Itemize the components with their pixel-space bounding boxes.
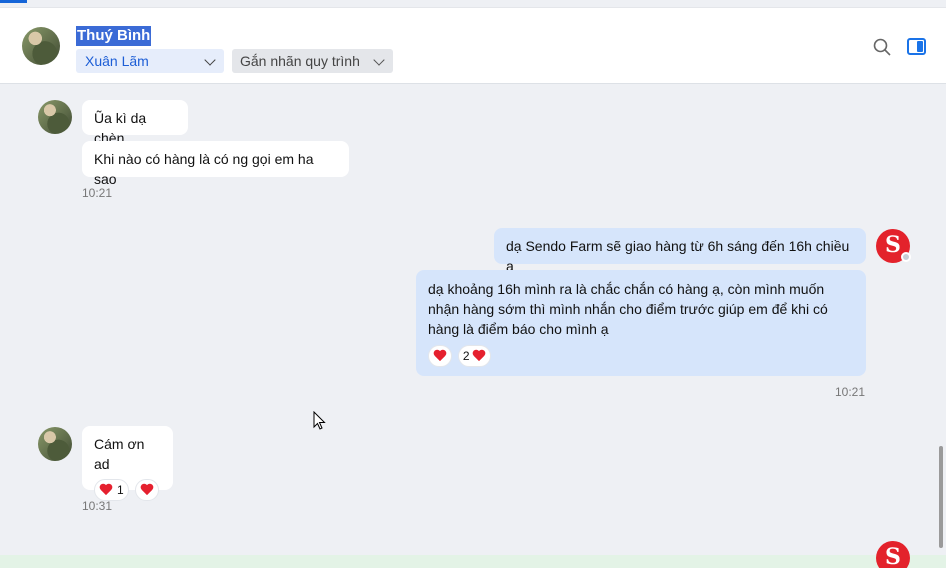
message-text: Khi nào có hàng là có ng gọi em ha sao xyxy=(94,151,314,187)
workflow-tag-select[interactable]: Gắn nhãn quy trình xyxy=(232,49,393,73)
assignee-select[interactable]: Xuân Lãm xyxy=(76,49,224,73)
shop-avatar[interactable]: S xyxy=(876,541,910,568)
chevron-down-icon xyxy=(204,54,216,66)
reaction-summary[interactable]: 1 xyxy=(94,479,129,502)
reaction-count: 2 xyxy=(462,349,470,364)
message-bubble[interactable]: Khi nào có hàng là có ng gọi em ha sao xyxy=(82,141,349,187)
message-bubble[interactable]: Ũa kì dạ chèn xyxy=(82,100,188,146)
reaction-count: 1 xyxy=(117,483,124,498)
heart-icon xyxy=(99,484,113,497)
sendo-logo: S xyxy=(885,232,901,258)
chat-header: Thuý Bình Xuân Lãm Gắn nhãn quy trình xyxy=(0,7,946,84)
chat-scrollbar[interactable] xyxy=(939,446,943,548)
active-tab-indicator xyxy=(0,0,27,3)
message-text: dạ khoảng 16h mình ra là chắc chắn có hà… xyxy=(428,281,828,337)
workflow-tag-label: Gắn nhãn quy trình xyxy=(240,53,360,69)
message-text: dạ Sendo Farm sẽ giao hàng từ 6h sáng đế… xyxy=(506,238,850,274)
sender-avatar[interactable] xyxy=(38,427,72,461)
message-text: Cám ơn ad xyxy=(94,436,145,472)
message-time: 10:21 xyxy=(82,186,113,200)
add-reaction-button[interactable] xyxy=(134,479,159,502)
sender-avatar[interactable] xyxy=(38,100,72,134)
heart-icon xyxy=(433,350,447,363)
contact-avatar[interactable] xyxy=(22,27,60,65)
assignee-label: Xuân Lãm xyxy=(85,53,149,69)
add-reaction-button[interactable] xyxy=(428,345,452,368)
status-dot xyxy=(901,252,911,262)
next-message-preview xyxy=(0,555,946,568)
message-time: 10:21 xyxy=(835,385,866,399)
message-bubble-outgoing[interactable]: dạ Sendo Farm sẽ giao hàng từ 6h sáng đế… xyxy=(494,228,866,274)
message-time: 10:31 xyxy=(82,499,113,513)
mouse-cursor-icon xyxy=(313,411,326,430)
contact-name[interactable]: Thuý Bình xyxy=(76,26,152,46)
chevron-down-icon xyxy=(373,54,385,66)
search-icon[interactable] xyxy=(873,38,891,56)
reaction-bar: 2 xyxy=(428,345,854,368)
message-bubble-outgoing[interactable]: dạ khoảng 16h mình ra là chắc chắn có hà… xyxy=(416,270,866,376)
heart-icon xyxy=(140,484,154,497)
side-panel-icon[interactable] xyxy=(907,38,926,55)
reaction-summary[interactable]: 2 xyxy=(457,345,491,368)
message-bubble[interactable]: Cám ơn ad 1 xyxy=(82,426,173,502)
sendo-logo: S xyxy=(885,544,901,568)
reaction-bar: 1 xyxy=(94,479,161,502)
heart-icon xyxy=(472,350,486,363)
shop-avatar[interactable]: S xyxy=(876,229,911,263)
